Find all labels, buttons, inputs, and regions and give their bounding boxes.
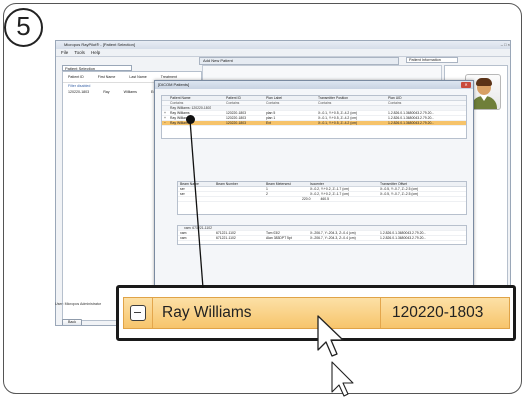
- cell: plan 5: [266, 111, 276, 115]
- cell: X:-0.2, Y:+0.2, Z:-1.7 (cm): [310, 192, 350, 196]
- cell: xam: [180, 231, 187, 235]
- table-row[interactable]: xam 671221-1102 Alan 383DPT 5pt X:-206.7…: [178, 236, 466, 241]
- filter-cell[interactable]: Contains: [264, 101, 316, 105]
- col-first-name[interactable]: First Name: [98, 75, 116, 79]
- menu-file[interactable]: File: [61, 50, 68, 55]
- cell: Tom 03/2: [266, 231, 280, 235]
- cell: plan 1: [266, 116, 276, 120]
- status-user: User: Micropos Administrator: [55, 302, 102, 306]
- beam-value: 460.5: [320, 197, 330, 201]
- filter-cell[interactable]: Contains: [386, 101, 448, 105]
- selected-table-row[interactable]: − Ray Williams 120220-1803 Ext X:-0.1, Y…: [162, 121, 466, 126]
- cell: 1: [266, 187, 268, 191]
- cell: 120220-1803: [226, 116, 246, 120]
- window-controls[interactable]: – □ ×: [501, 42, 510, 47]
- cell: 1.2.826.0.1.3680043.2.79.20...: [388, 111, 435, 115]
- cell: Ray Williams: [170, 116, 190, 120]
- menu-bar: File Tools Help: [56, 49, 510, 57]
- cell: X:-0.1, Y:+0.5, Z:-4.2 (cm): [318, 121, 358, 125]
- col-plan-uid[interactable]: Plan UID: [386, 96, 448, 100]
- cell: X:-206.7, Y:-204.3, Z:-0.4 (cm): [310, 236, 356, 240]
- col-isocenter[interactable]: Isocenter: [308, 182, 378, 186]
- dicom-patients-grid: Patient Name Patient ID Plan Label Trans…: [161, 95, 467, 139]
- window-title: Micropos RayPilot® - [Patient Selection]: [64, 42, 135, 47]
- cell: [214, 187, 264, 191]
- cell: X:-206.7, Y:-204.3, Z:-0.4 (cm): [310, 231, 356, 235]
- step-number-badge: 5: [4, 8, 43, 47]
- menu-help[interactable]: Help: [91, 50, 100, 55]
- cell: xam: [180, 236, 187, 240]
- title-bar: Micropos RayPilot® - [Patient Selection]…: [56, 41, 510, 49]
- beam-value: 220.0: [302, 197, 311, 201]
- cell: 120220-1803: [226, 111, 246, 115]
- cell: Ray Williams: [170, 121, 190, 125]
- col-transmitter-position[interactable]: Transmitter Position: [316, 96, 386, 100]
- add-new-patient-panel[interactable]: Add New Patient: [199, 57, 399, 65]
- cell: 671221-1102: [216, 236, 236, 240]
- column-divider: [380, 298, 381, 328]
- other-patients-grid: xam: 671221-1102 xam 671221-1102 Tom 03/…: [177, 225, 467, 245]
- cell: 120220-1803: [226, 121, 246, 125]
- cell: X:-0.1, Y:+0.5, Z:-4.2 (cm): [318, 116, 358, 120]
- cell-last-name: Williams: [123, 90, 137, 94]
- group-label: xam: 671221-1102: [184, 226, 213, 230]
- back-button[interactable]: Back: [62, 319, 82, 325]
- cell: 2: [266, 192, 268, 196]
- col-beam-metersest[interactable]: Beam Metersest: [264, 182, 308, 186]
- col-plan-label[interactable]: Plan Label: [264, 96, 316, 100]
- magnifier-callout: Ray Williams 120220-1803: [116, 285, 516, 341]
- cell: Alan 383DPT 5pt: [266, 236, 292, 240]
- filter-cell[interactable]: Contains: [316, 101, 386, 105]
- col-patient-name[interactable]: Patient Name: [168, 96, 224, 100]
- cell-first-name: Ray: [103, 90, 110, 94]
- menu-tools[interactable]: Tools: [74, 50, 85, 55]
- cell: [214, 192, 264, 196]
- col-beam-name[interactable]: Beam Name: [178, 182, 214, 186]
- dialog-title: [DICOM Patients]: [155, 81, 473, 89]
- col-treatment[interactable]: Treatment: [161, 75, 177, 79]
- cell: X:-0.2, Y:+0.2, Z:-1.7 (cm): [310, 187, 350, 191]
- magnified-patient-name: Ray Williams: [162, 304, 252, 321]
- cell: Ext: [266, 121, 271, 125]
- group-label: Ray Williams: 120220-1803: [170, 106, 212, 110]
- magnifier-origin-dot: [186, 115, 195, 124]
- magnified-selected-row[interactable]: Ray Williams 120220-1803: [123, 297, 510, 329]
- filter-cell[interactable]: Contains: [168, 101, 224, 105]
- cell: ser: [180, 187, 185, 191]
- cell: X:-0.5, Y:-0.7, Z:-2.5 (cm): [380, 192, 419, 196]
- cell: X:-0.1, Y:+0.5, Z:-4.2 (cm): [318, 111, 358, 115]
- cell-patient-id: 120220-1803: [68, 90, 90, 94]
- cell: Ray Williams: [170, 111, 190, 115]
- cell: 1.2.826.0.1.3680043.2.79.20...: [380, 231, 427, 235]
- dicom-patients-dialog: [DICOM Patients] ✕ Patient Name Patient …: [154, 80, 474, 310]
- cell: 1.2.826.0.1.3680043.2.79.20...: [388, 121, 435, 125]
- cell: 1.2.826.0.1.3680043.2.79.20...: [388, 116, 435, 120]
- cell: ser: [180, 192, 185, 196]
- col-last-name[interactable]: Last Name: [129, 75, 146, 79]
- application-window: Micropos RayPilot® - [Patient Selection]…: [55, 40, 511, 326]
- col-transmitter-offset[interactable]: Transmitter Offset: [378, 182, 448, 186]
- cell: 1.2.826.0.1.3680043.2.79.20...: [380, 236, 427, 240]
- avatar-hair: [476, 78, 492, 86]
- close-icon[interactable]: ✕: [461, 82, 471, 88]
- col-patient-id[interactable]: Patient ID: [224, 96, 264, 100]
- tab-patient-information[interactable]: Patient Information: [406, 57, 458, 63]
- magnified-patient-id: 120220-1803: [392, 304, 484, 321]
- beams-grid: Beam Name Beam Number Beam Metersest Iso…: [177, 181, 467, 215]
- filter-cell[interactable]: Contains: [224, 101, 264, 105]
- beam-extra-values: 220.0 460.5: [178, 197, 466, 202]
- cell: 671221-1102: [216, 231, 236, 235]
- col-beam-number[interactable]: Beam Number: [214, 182, 264, 186]
- col-patient-id[interactable]: Patient ID: [68, 75, 84, 79]
- column-divider: [152, 298, 153, 328]
- collapse-icon[interactable]: [130, 305, 146, 321]
- cell: X:-0.5, Y:-0.7, Z:-2.5 (cm): [380, 187, 419, 191]
